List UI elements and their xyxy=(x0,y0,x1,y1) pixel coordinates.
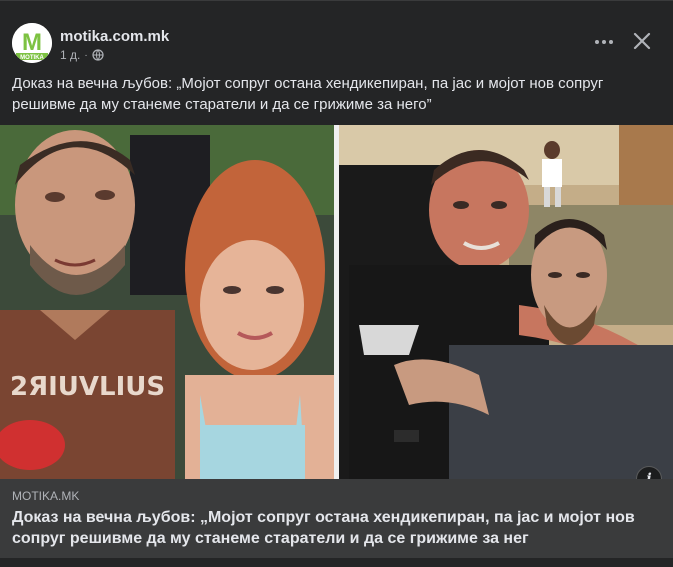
link-preview[interactable]: MOTIKA.MK Доказ на вечна љубов: „Мојот с… xyxy=(0,479,673,558)
globe-icon xyxy=(92,49,104,61)
page-avatar[interactable]: M MOTIKA xyxy=(12,23,52,63)
more-dot xyxy=(609,40,613,44)
more-options-button[interactable] xyxy=(586,28,622,56)
post-text: Доказ на вечна љубов: „Мојот сопруг оста… xyxy=(12,75,604,113)
close-button[interactable] xyxy=(628,27,656,55)
post-time[interactable]: 1 д. xyxy=(60,48,80,62)
meta-separator: · xyxy=(84,49,88,61)
post-header: M MOTIKA motika.com.mk 1 д. · xyxy=(0,1,673,69)
post-card: M MOTIKA motika.com.mk 1 д. · Доказ на в… xyxy=(0,0,673,567)
logo-letter: M xyxy=(22,29,42,56)
page-name[interactable]: motika.com.mk xyxy=(60,28,169,45)
post-photo-left[interactable]: 2ЯIUVLIUS xyxy=(0,125,334,479)
more-horizontal-icon xyxy=(595,40,599,44)
link-domain: MOTIKA.MK xyxy=(12,489,80,503)
more-dot xyxy=(602,40,606,44)
motika-logo: M MOTIKA xyxy=(12,23,52,63)
post-meta: 1 д. · xyxy=(60,48,104,62)
logo-text: MOTIKA xyxy=(20,55,44,61)
link-title[interactable]: Доказ на вечна љубов: „Мојот сопруг оста… xyxy=(12,507,662,549)
post-photo-right[interactable] xyxy=(339,125,673,479)
shirt-text: 2ЯIUVLIUS xyxy=(10,372,165,402)
close-icon xyxy=(633,32,651,50)
